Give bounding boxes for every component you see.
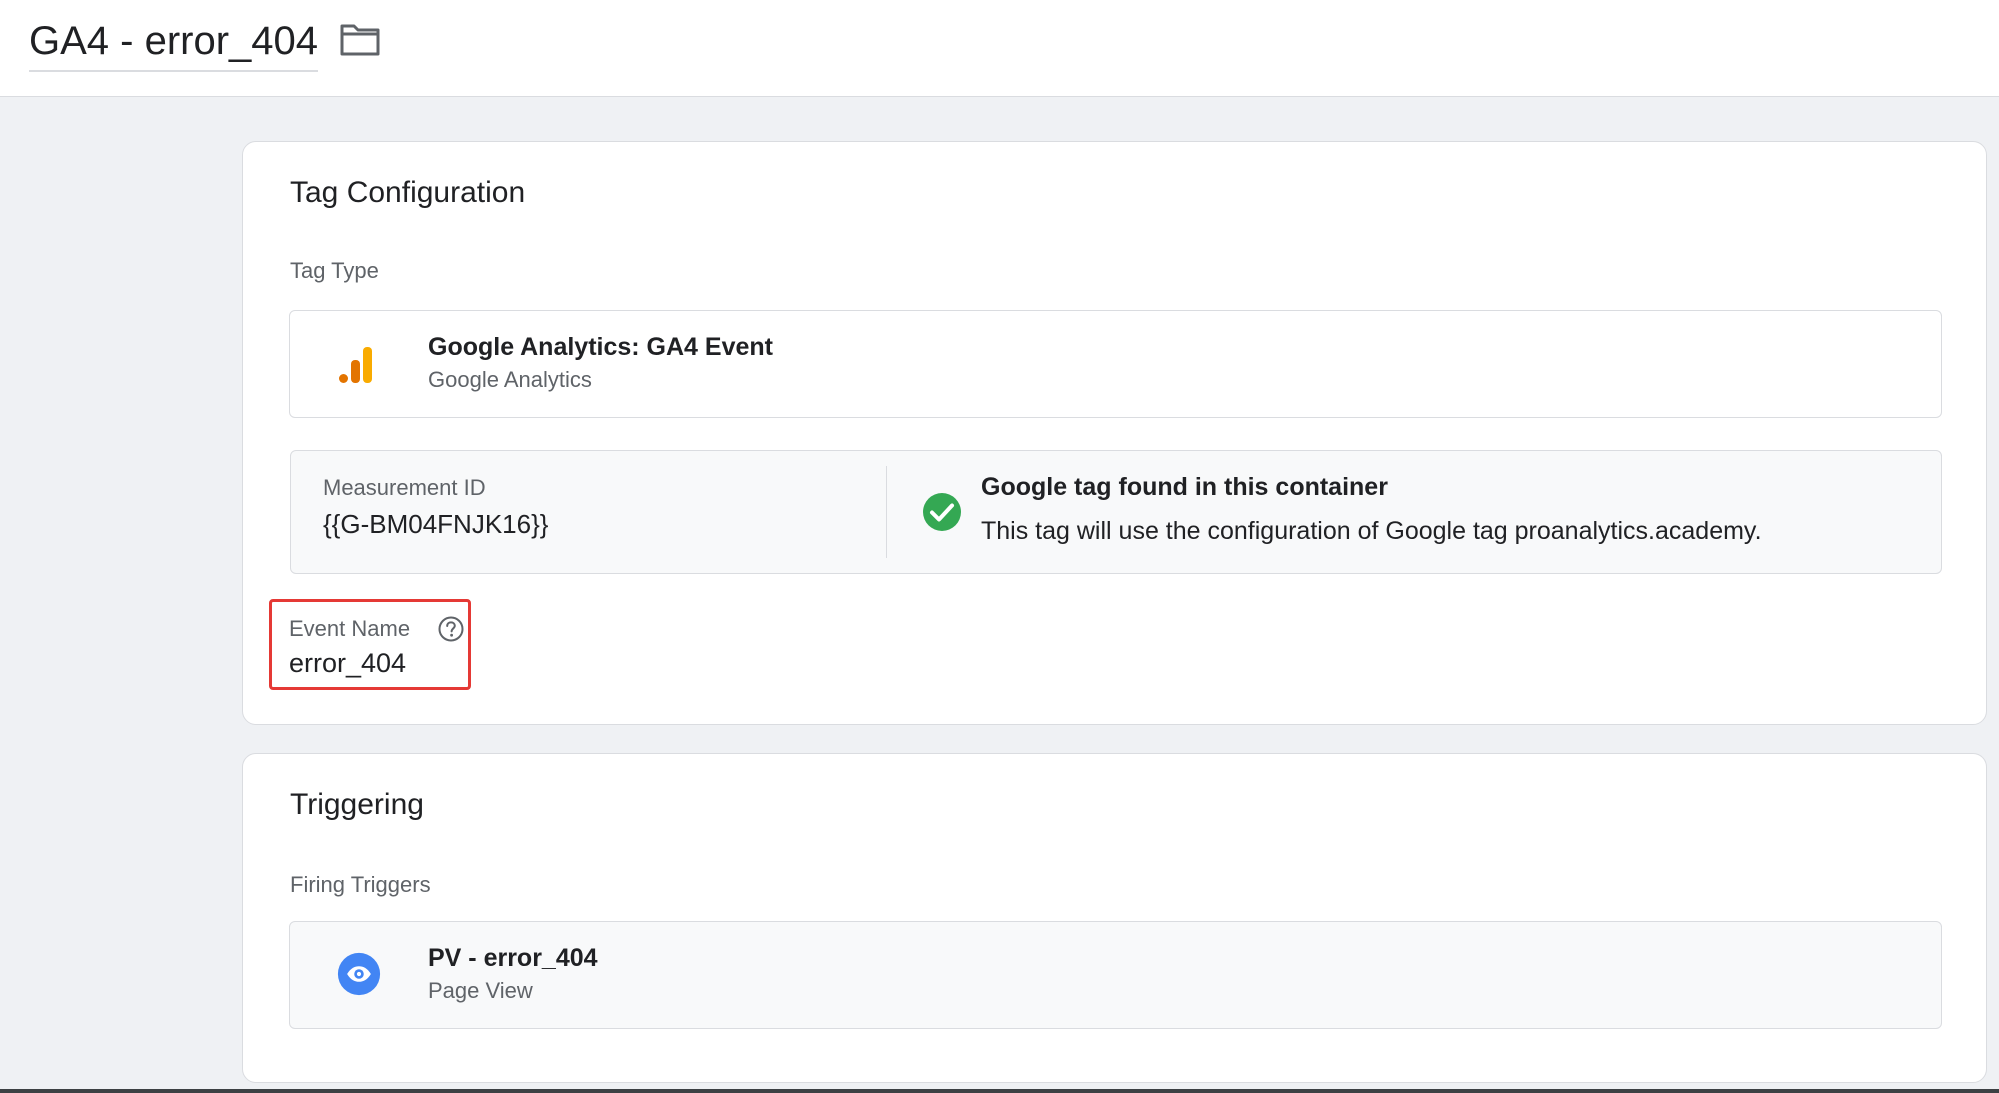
tag-name-title[interactable]: GA4 - error_404 bbox=[29, 16, 319, 72]
event-name-value: error_404 bbox=[289, 648, 407, 678]
tag-configuration-title: Tag Configuration bbox=[290, 176, 526, 209]
google-analytics-icon bbox=[339, 347, 372, 383]
panel-divider bbox=[886, 466, 887, 558]
measurement-id-value[interactable]: {{G-BM04FNJK16}} bbox=[323, 509, 548, 540]
google-tag-status-title: Google tag found in this container bbox=[981, 473, 1388, 501]
tag-type-selector[interactable]: Google Analytics: GA4 Event Google Analy… bbox=[289, 310, 1942, 418]
tag-type-name: Google Analytics: GA4 Event bbox=[428, 333, 773, 361]
check-circle-icon bbox=[923, 493, 961, 531]
tag-type-provider: Google Analytics bbox=[428, 367, 592, 392]
eye-icon bbox=[337, 952, 381, 996]
measurement-id-label: Measurement ID bbox=[323, 475, 486, 500]
tag-type-label: Tag Type bbox=[290, 258, 379, 283]
measurement-panel: Measurement ID {{G-BM04FNJK16}} Google t… bbox=[290, 450, 1942, 574]
folder-icon[interactable] bbox=[339, 20, 381, 58]
triggering-title: Triggering bbox=[290, 788, 424, 821]
help-icon[interactable] bbox=[437, 615, 465, 643]
trigger-name: PV - error_404 bbox=[428, 944, 598, 972]
google-tag-status-description: This tag will use the configuration of G… bbox=[981, 517, 1762, 545]
header-bar: GA4 - error_404 bbox=[0, 0, 1999, 97]
trigger-item[interactable]: PV - error_404 Page View bbox=[289, 921, 1942, 1029]
event-name-label: Event Name bbox=[289, 616, 411, 641]
triggering-card: Triggering Firing Triggers PV - error_40… bbox=[242, 753, 1987, 1083]
firing-triggers-label: Firing Triggers bbox=[290, 872, 431, 897]
event-name-field[interactable]: Event Name error_404 bbox=[269, 599, 471, 690]
bottom-edge bbox=[0, 1089, 1999, 1093]
tag-configuration-card: Tag Configuration Tag Type Google Analyt… bbox=[242, 141, 1987, 725]
trigger-type: Page View bbox=[428, 978, 533, 1003]
